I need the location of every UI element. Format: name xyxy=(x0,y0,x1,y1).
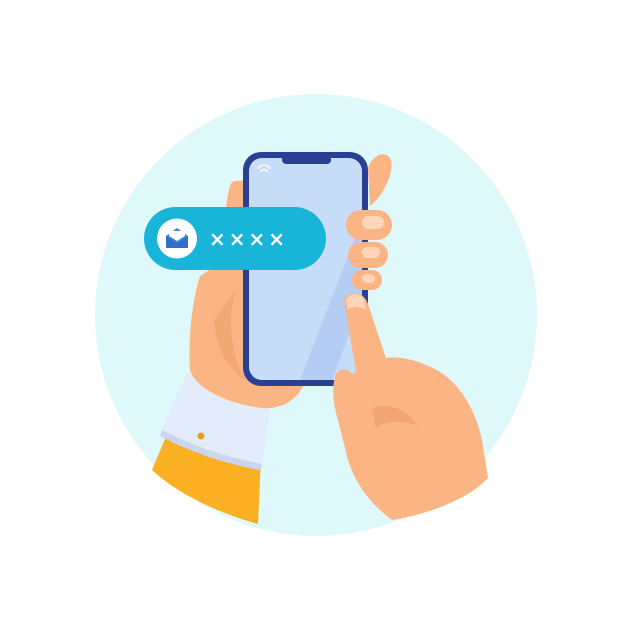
phone-notch xyxy=(282,155,331,164)
phone-verification-illustration: ×××× xyxy=(95,94,537,536)
envelope-open-icon xyxy=(166,228,188,248)
cuff-button xyxy=(197,432,205,440)
otp-notification: ×××× xyxy=(144,207,326,270)
illustration: ×××× xyxy=(0,0,630,630)
otp-code-text: ×××× xyxy=(209,227,288,251)
